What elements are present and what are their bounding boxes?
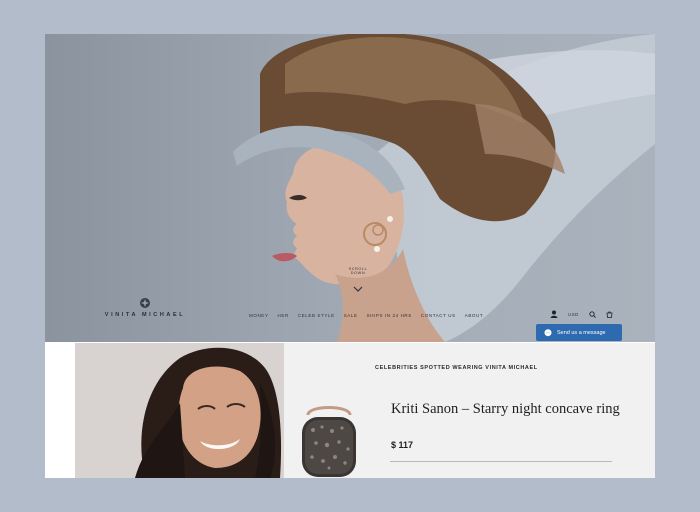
brand-logo[interactable]: VINITA MICHAEL xyxy=(95,297,195,318)
nav-item-ships[interactable]: SHIPS IN 24 HRS xyxy=(367,313,412,318)
brand-name: VINITA MICHAEL xyxy=(104,312,186,318)
hero-image xyxy=(233,34,655,342)
chevron-down-icon[interactable] xyxy=(353,286,363,292)
nav-item-about[interactable]: ABOUT xyxy=(465,313,484,318)
product-title[interactable]: Kriti Sanon – Starry night concave ring xyxy=(391,401,620,418)
ring-product-image[interactable] xyxy=(298,405,360,478)
product-panel: CELEBRITIES SPOTTED WEARING VINITA MICHA… xyxy=(284,343,655,478)
header-actions: USD xyxy=(550,310,613,318)
celebrity-photo[interactable] xyxy=(75,343,284,478)
cart-icon[interactable] xyxy=(606,310,613,318)
messenger-label: Send us a message xyxy=(557,329,606,336)
nav-item-money[interactable]: MONEY xyxy=(249,313,269,318)
page-frame: VINITA MICHAEL MONEY HER CELEB STYLE SAL… xyxy=(45,34,655,478)
logo-mark-icon xyxy=(140,298,150,308)
celebrities-heading: CELEBRITIES SPOTTED WEARING VINITA MICHA… xyxy=(375,365,538,371)
divider xyxy=(390,461,612,462)
user-icon[interactable] xyxy=(550,310,558,318)
scroll-down-label[interactable]: SCROLL DOWN xyxy=(341,267,375,275)
hero-banner: VINITA MICHAEL MONEY HER CELEB STYLE SAL… xyxy=(45,34,655,342)
nav-item-celeb-style[interactable]: CELEB STYLE xyxy=(298,313,335,318)
product-price: $ 117 xyxy=(391,440,414,450)
celebrity-image xyxy=(75,343,284,478)
messenger-button[interactable]: Send us a message xyxy=(536,324,622,341)
currency-selector[interactable]: USD xyxy=(568,312,579,317)
nav-item-contact[interactable]: CONTACT US xyxy=(421,313,456,318)
nav-item-her[interactable]: HER xyxy=(278,313,289,318)
nav-item-sale[interactable]: SALE xyxy=(344,313,358,318)
main-nav: MONEY HER CELEB STYLE SALE SHIPS IN 24 H… xyxy=(249,313,483,318)
messenger-icon xyxy=(544,328,552,336)
search-icon[interactable] xyxy=(589,310,596,318)
